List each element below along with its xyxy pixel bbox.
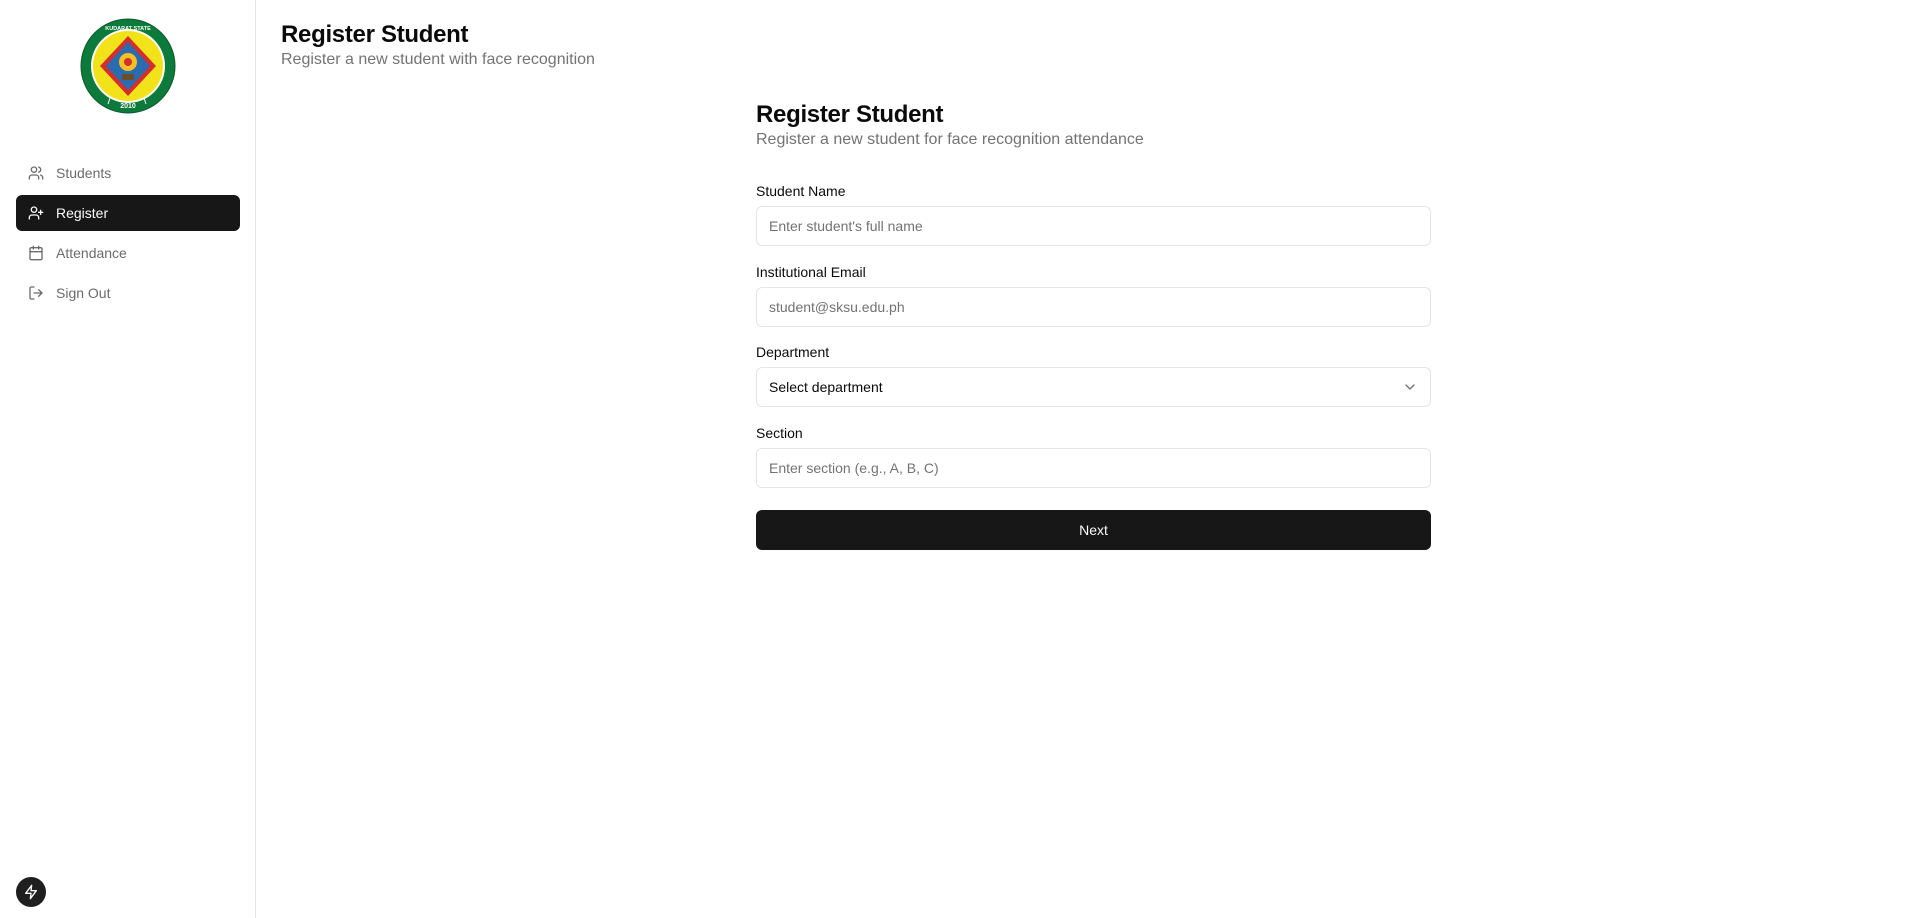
chevron-down-icon <box>1402 379 1418 395</box>
department-label: Department <box>756 344 830 360</box>
svg-text:KUDARAT STATE: KUDARAT STATE <box>105 26 151 32</box>
sidebar-item-attendance[interactable]: Attendance <box>16 235 240 271</box>
form-subtitle: Register a new student for face recognit… <box>756 131 1144 148</box>
section-input[interactable] <box>756 448 1431 488</box>
sidebar-item-register[interactable]: Register <box>16 195 240 231</box>
student-name-field-group: Student Name <box>756 183 1431 246</box>
sidebar-item-label: Register <box>56 205 109 221</box>
department-select[interactable]: Select department <box>756 367 1431 407</box>
email-input[interactable] <box>756 287 1431 327</box>
sidebar-item-sign-out[interactable]: Sign Out <box>16 275 240 311</box>
log-out-icon <box>28 285 44 301</box>
page-header: Register Student Register a new student … <box>281 20 595 69</box>
student-name-input[interactable] <box>756 206 1431 246</box>
university-logo: 2010 KUDARAT STATE <box>80 18 176 114</box>
page-title: Register Student <box>281 21 469 48</box>
sidebar-nav: Students Register Attendance Sign Out <box>16 155 240 315</box>
department-field-group: Department Select department <box>756 344 1431 407</box>
sidebar-item-label: Sign Out <box>56 285 111 301</box>
user-plus-icon <box>28 205 44 221</box>
email-field-group: Institutional Email <box>756 264 1431 327</box>
sidebar: 2010 KUDARAT STATE Students Register Att… <box>0 0 256 918</box>
email-label: Institutional Email <box>756 264 866 280</box>
sidebar-item-label: Students <box>56 165 112 181</box>
calendar-icon <box>28 245 44 261</box>
users-icon <box>28 165 44 181</box>
sidebar-item-students[interactable]: Students <box>16 155 240 191</box>
register-form: Register Student Register a new student … <box>756 100 1431 550</box>
section-field-group: Section <box>756 425 1431 488</box>
department-selected-value: Select department <box>769 379 883 395</box>
svg-text:2010: 2010 <box>120 103 136 110</box>
dev-tools-button[interactable] <box>16 877 46 907</box>
sidebar-item-label: Attendance <box>56 245 127 261</box>
form-title: Register Student <box>756 101 944 128</box>
section-label: Section <box>756 425 803 441</box>
student-name-label: Student Name <box>756 183 846 199</box>
lightning-icon <box>23 884 39 900</box>
page-subtitle: Register a new student with face recogni… <box>281 51 595 68</box>
next-button[interactable]: Next <box>756 510 1431 550</box>
